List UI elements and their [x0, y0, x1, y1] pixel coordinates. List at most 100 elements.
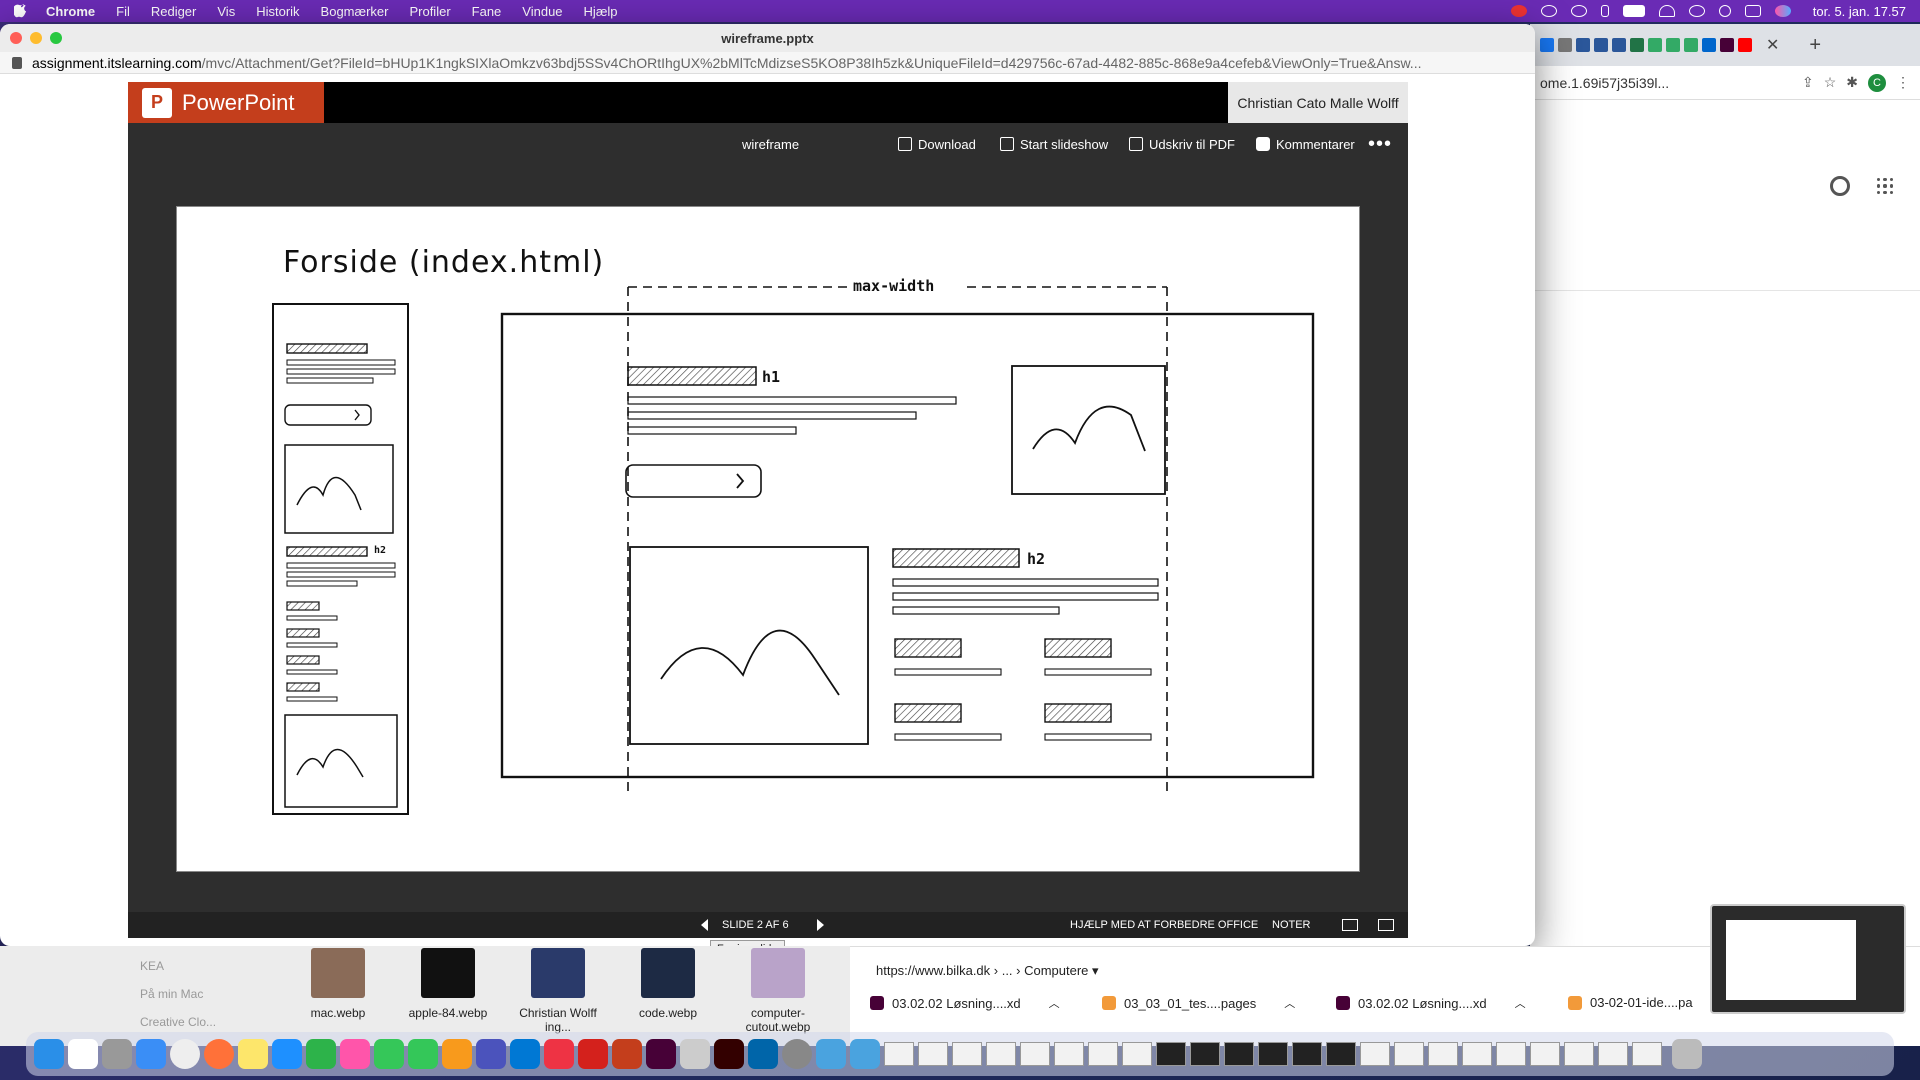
minimized-window[interactable]: [918, 1042, 948, 1066]
firefox-dock-icon[interactable]: [204, 1039, 234, 1069]
launchpad-dock-icon[interactable]: [102, 1039, 132, 1069]
address-text[interactable]: ome.1.69i57j35i39l...: [1540, 75, 1669, 91]
mail-dock-icon[interactable]: [136, 1039, 166, 1069]
more-options-icon[interactable]: •••: [1368, 133, 1392, 156]
user-name[interactable]: Christian Cato Malle Wolff: [1228, 82, 1408, 123]
youtube-tab-icon[interactable]: [1738, 38, 1752, 52]
facetime-dock-icon[interactable]: [408, 1039, 438, 1069]
profile-avatar[interactable]: C: [1868, 73, 1886, 92]
slideshow-view-icon[interactable]: [1378, 919, 1394, 931]
calendar-dock-icon[interactable]: [68, 1039, 98, 1069]
play-icon[interactable]: [1540, 5, 1557, 17]
trash-dock-icon[interactable]: [1672, 1039, 1702, 1069]
close-icon[interactable]: ✕: [1766, 35, 1779, 55]
pages-dock-icon[interactable]: [442, 1039, 472, 1069]
file-item[interactable]: code.webp: [618, 948, 718, 1020]
notes-button[interactable]: NOTER: [1272, 919, 1311, 931]
clock[interactable]: tor. 5. jan. 17.57: [1813, 4, 1906, 19]
minimized-window[interactable]: [1496, 1042, 1526, 1066]
comments-button[interactable]: Kommentarer: [1256, 137, 1355, 152]
chevron-up-icon[interactable]: ︿: [1515, 995, 1526, 1011]
minimized-window[interactable]: [1326, 1042, 1356, 1066]
safari-dock-icon[interactable]: [272, 1039, 302, 1069]
bluetooth-icon[interactable]: [1600, 5, 1609, 17]
minimized-window[interactable]: [1394, 1042, 1424, 1066]
lock-icon[interactable]: [12, 56, 22, 69]
minimized-window[interactable]: [1530, 1042, 1560, 1066]
photos-dock-icon[interactable]: [340, 1039, 370, 1069]
minimized-window[interactable]: [1054, 1042, 1084, 1066]
chevron-up-icon[interactable]: ︿: [1049, 995, 1060, 1011]
vscode-dock-icon[interactable]: [748, 1039, 778, 1069]
menu-profiler[interactable]: Profiler: [409, 4, 450, 19]
numbers-dock-icon[interactable]: [306, 1039, 336, 1069]
minimized-window[interactable]: [1020, 1042, 1050, 1066]
minimized-window[interactable]: [1190, 1042, 1220, 1066]
minimized-window[interactable]: [1258, 1042, 1288, 1066]
new-tab-icon[interactable]: +: [1809, 34, 1821, 57]
chevron-up-icon[interactable]: ︿: [1284, 995, 1295, 1011]
illustrator-dock-icon[interactable]: [714, 1039, 744, 1069]
file-item[interactable]: Christian Wolff ing...: [508, 948, 608, 1034]
outlook-dock-icon[interactable]: [510, 1039, 540, 1069]
url-path[interactable]: /mvc/Attachment/Get?FileId=bHUp1K1ngkSIX…: [202, 55, 1422, 71]
screenshot-preview-thumbnail[interactable]: [1710, 904, 1906, 1014]
minimized-window[interactable]: [1462, 1042, 1492, 1066]
facebook-tab-icon[interactable]: [1540, 38, 1554, 52]
siri-icon[interactable]: [1774, 5, 1791, 17]
messages-dock-icon[interactable]: [374, 1039, 404, 1069]
creative-cloud-dock-icon[interactable]: [544, 1039, 574, 1069]
word-tab-icon[interactable]: [1576, 38, 1590, 52]
minimized-window[interactable]: [1088, 1042, 1118, 1066]
folder-dock-icon[interactable]: [816, 1039, 846, 1069]
notes-dock-icon[interactable]: [238, 1039, 268, 1069]
word-tab-icon[interactable]: [1594, 38, 1608, 52]
menu-vis[interactable]: Vis: [217, 4, 235, 19]
previous-slide-icon[interactable]: [701, 919, 708, 931]
start-slideshow-button[interactable]: Start slideshow: [1000, 137, 1108, 152]
wifi-icon[interactable]: [1658, 5, 1675, 17]
minimized-window[interactable]: [884, 1042, 914, 1066]
system-settings-dock-icon[interactable]: [782, 1039, 812, 1069]
apps-grid-icon[interactable]: [1877, 178, 1893, 194]
teams-dock-icon[interactable]: [476, 1039, 506, 1069]
battery-icon[interactable]: [1622, 5, 1645, 17]
minimized-window[interactable]: [1122, 1042, 1152, 1066]
menu-rediger[interactable]: Rediger: [151, 4, 197, 19]
download-item[interactable]: 03_03_01_tes....pages ︿: [1102, 995, 1295, 1011]
star-icon[interactable]: ☆: [1824, 74, 1837, 91]
sidebar-item-on-mac[interactable]: På min Mac: [140, 980, 270, 1008]
minimized-window[interactable]: [986, 1042, 1016, 1066]
share-icon[interactable]: ⇪: [1802, 74, 1814, 91]
help-improve-office-link[interactable]: HJÆLP MED AT FORBEDRE OFFICE: [1070, 919, 1258, 931]
apple-icon[interactable]: [14, 4, 28, 18]
reading-view-icon[interactable]: [1342, 919, 1358, 931]
minimized-window[interactable]: [1632, 1042, 1662, 1066]
search-result-url[interactable]: https://www.bilka.dk › ... › Computere ▾: [876, 963, 1099, 979]
tab-icon[interactable]: [1702, 38, 1716, 52]
xd-tab-icon[interactable]: [1720, 38, 1734, 52]
address-bar[interactable]: ome.1.69i57j35i39l... ⇪ ☆ ✱ C ⋮: [1530, 66, 1920, 100]
url-domain[interactable]: assignment.itslearning.com: [32, 55, 202, 71]
minimized-window[interactable]: [1292, 1042, 1322, 1066]
minimized-window[interactable]: [1598, 1042, 1628, 1066]
menu-fane[interactable]: Fane: [472, 4, 502, 19]
tab-icon[interactable]: [1648, 38, 1662, 52]
powerpoint-dock-icon[interactable]: [612, 1039, 642, 1069]
menu-hjaelp[interactable]: Hjælp: [584, 4, 618, 19]
menu-vindue[interactable]: Vindue: [522, 4, 562, 19]
finder-dock-icon[interactable]: [34, 1039, 64, 1069]
menu-fil[interactable]: Fil: [116, 4, 130, 19]
creative-cloud-icon[interactable]: [1510, 5, 1527, 17]
minimized-window[interactable]: [952, 1042, 982, 1066]
acrobat-dock-icon[interactable]: [578, 1039, 608, 1069]
menu-dots-icon[interactable]: ⋮: [1896, 74, 1910, 91]
minimized-window[interactable]: [1428, 1042, 1458, 1066]
control-center-icon[interactable]: [1744, 5, 1761, 17]
spotlight-icon[interactable]: [1718, 5, 1731, 17]
chrome-dock-icon[interactable]: [170, 1039, 200, 1069]
powerpoint-logo[interactable]: P PowerPoint: [128, 82, 324, 123]
word-tab-icon[interactable]: [1612, 38, 1626, 52]
download-item[interactable]: 03-02-01-ide....pa: [1568, 995, 1693, 1010]
minimized-window[interactable]: [1224, 1042, 1254, 1066]
